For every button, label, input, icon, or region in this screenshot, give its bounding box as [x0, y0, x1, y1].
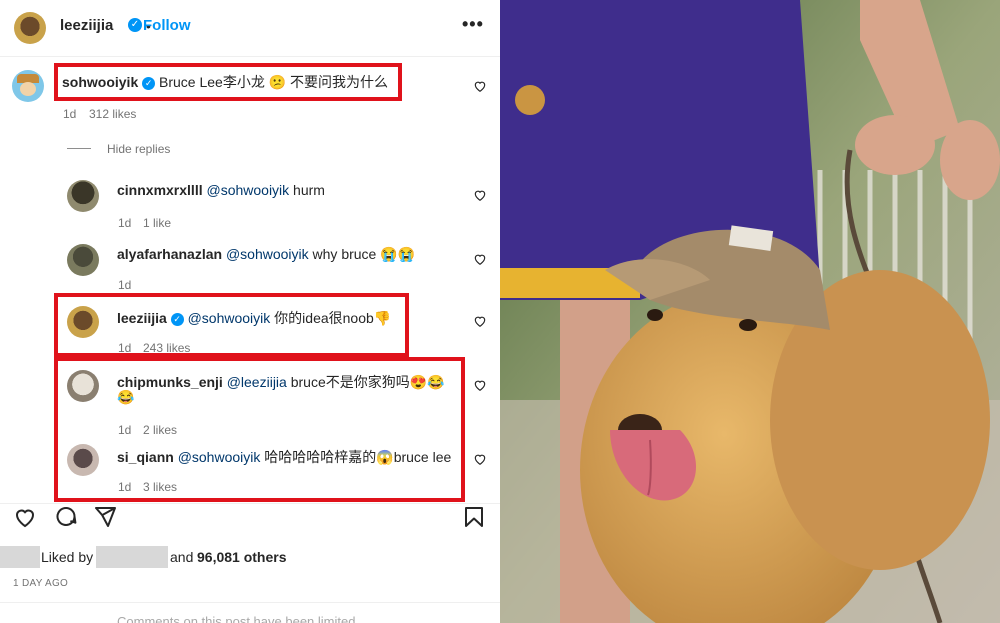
comments-panel: leeziijia ✓ • Follow ••• sohwooiyik ✓ Br…	[0, 0, 500, 623]
share-icon[interactable]	[92, 505, 118, 534]
follow-button[interactable]: Follow	[143, 17, 191, 34]
comments-limited-notice: Comments on this post have been limited	[117, 614, 356, 623]
reply-text-line: leeziijia ✓ @sohwooiyik 你的idea很noob👎	[117, 308, 391, 328]
reply-username[interactable]: cinnxmxrxllll	[117, 182, 203, 198]
reply-like-icon[interactable]	[473, 188, 487, 202]
reply-mention[interactable]: @sohwooiyik	[206, 182, 289, 198]
main-comment-text: Bruce Lee李小龙 😕 不要问我为什么	[159, 74, 389, 90]
main-comment-age: 1d	[63, 107, 77, 121]
reply-text-continuation: 😂	[117, 389, 135, 405]
reply-likes[interactable]: 243 likes	[143, 341, 190, 355]
reply-username[interactable]: leeziijia	[117, 310, 167, 326]
reply-mention[interactable]: @sohwooiyik	[226, 246, 309, 262]
comment-icon[interactable]	[53, 505, 79, 534]
reply-avatar-alyafarhanazlan[interactable]	[67, 244, 99, 276]
main-comment-username[interactable]: sohwooiyik	[62, 74, 138, 90]
reply-like-icon[interactable]	[473, 252, 487, 266]
reply-like-icon[interactable]	[473, 314, 487, 328]
reply-mention[interactable]: @leeziijia	[227, 374, 287, 390]
header-divider	[0, 56, 500, 57]
hide-replies-button[interactable]: Hide replies	[107, 142, 170, 156]
main-comment-like-icon[interactable]	[473, 79, 487, 93]
reply-like-icon[interactable]	[473, 378, 487, 392]
reply-age: 1d	[118, 216, 132, 230]
reply-age: 1d	[118, 341, 132, 355]
post-timestamp: 1 DAY AGO	[13, 578, 69, 589]
bookmark-icon[interactable]	[462, 505, 486, 534]
main-comment-avatar[interactable]	[12, 70, 44, 102]
reply-mention[interactable]: @sohwooiyik	[178, 449, 261, 465]
reply-likes[interactable]: 3 likes	[143, 480, 177, 494]
reply-avatar-chipmunks-enji[interactable]	[67, 370, 99, 402]
footer-divider	[0, 602, 500, 603]
reply-age: 1d	[118, 480, 132, 494]
reply-username[interactable]: chipmunks_enji	[117, 374, 223, 390]
reply-text: 哈哈哈哈哈梓嘉的😱bruce lee	[260, 449, 452, 465]
reply-text-line: alyafarhanazlan @sohwooiyik why bruce 😭😭	[117, 246, 415, 263]
reply-mention[interactable]: @sohwooiyik	[188, 310, 271, 326]
reply-avatar-leeziijia[interactable]	[67, 306, 99, 338]
more-icon[interactable]: •••	[462, 14, 484, 35]
reply-likes[interactable]: 1 like	[143, 216, 171, 230]
verified-badge-icon: ✓	[128, 18, 142, 32]
reply-text-line: si_qiann @sohwooiyik 哈哈哈哈哈梓嘉的😱bruce lee	[117, 447, 451, 467]
reply-age: 1d	[118, 278, 132, 292]
reply-text-line: chipmunks_enji @leeziijia bruce不是你家狗吗😍😂	[117, 372, 445, 392]
hide-replies-line	[67, 148, 91, 149]
main-comment-likes[interactable]: 312 likes	[89, 107, 136, 121]
reply-likes[interactable]: 2 likes	[143, 423, 177, 437]
reply-username[interactable]: si_qiann	[117, 449, 174, 465]
reply-avatar-cinnxmxrxllll[interactable]	[67, 180, 99, 212]
heart-icon[interactable]	[12, 505, 38, 534]
reply-username[interactable]: alyafarhanazlan	[117, 246, 222, 262]
liked-by-prefix: Liked by	[41, 549, 94, 565]
post-photo	[500, 0, 1000, 623]
liked-by-user-blur	[96, 546, 168, 568]
header-username[interactable]: leeziijia	[60, 17, 113, 34]
reply-text: hurm	[289, 182, 325, 198]
reply-like-icon[interactable]	[473, 452, 487, 466]
reply-text: 你的idea很noob👎	[270, 310, 392, 326]
verified-badge-icon: ✓	[170, 313, 184, 326]
verified-badge-icon: ✓	[142, 77, 156, 90]
reply-text-line: cinnxmxrxllll @sohwooiyik hurm	[117, 182, 325, 198]
liked-by-and: and	[170, 549, 194, 565]
header-avatar[interactable]	[14, 12, 46, 44]
main-comment-text-line: sohwooiyik ✓ Bruce Lee李小龙 😕 不要问我为什么	[62, 72, 388, 92]
liked-by-count[interactable]: 96,081 others	[197, 549, 287, 565]
reply-age: 1d	[118, 423, 132, 437]
action-bar-divider	[0, 503, 500, 504]
liked-by-avatar-blur	[0, 546, 40, 568]
reply-text: why bruce 😭😭	[308, 246, 416, 262]
reply-avatar-si-qiann[interactable]	[67, 444, 99, 476]
reply-text: bruce不是你家狗吗😍😂	[286, 374, 445, 390]
